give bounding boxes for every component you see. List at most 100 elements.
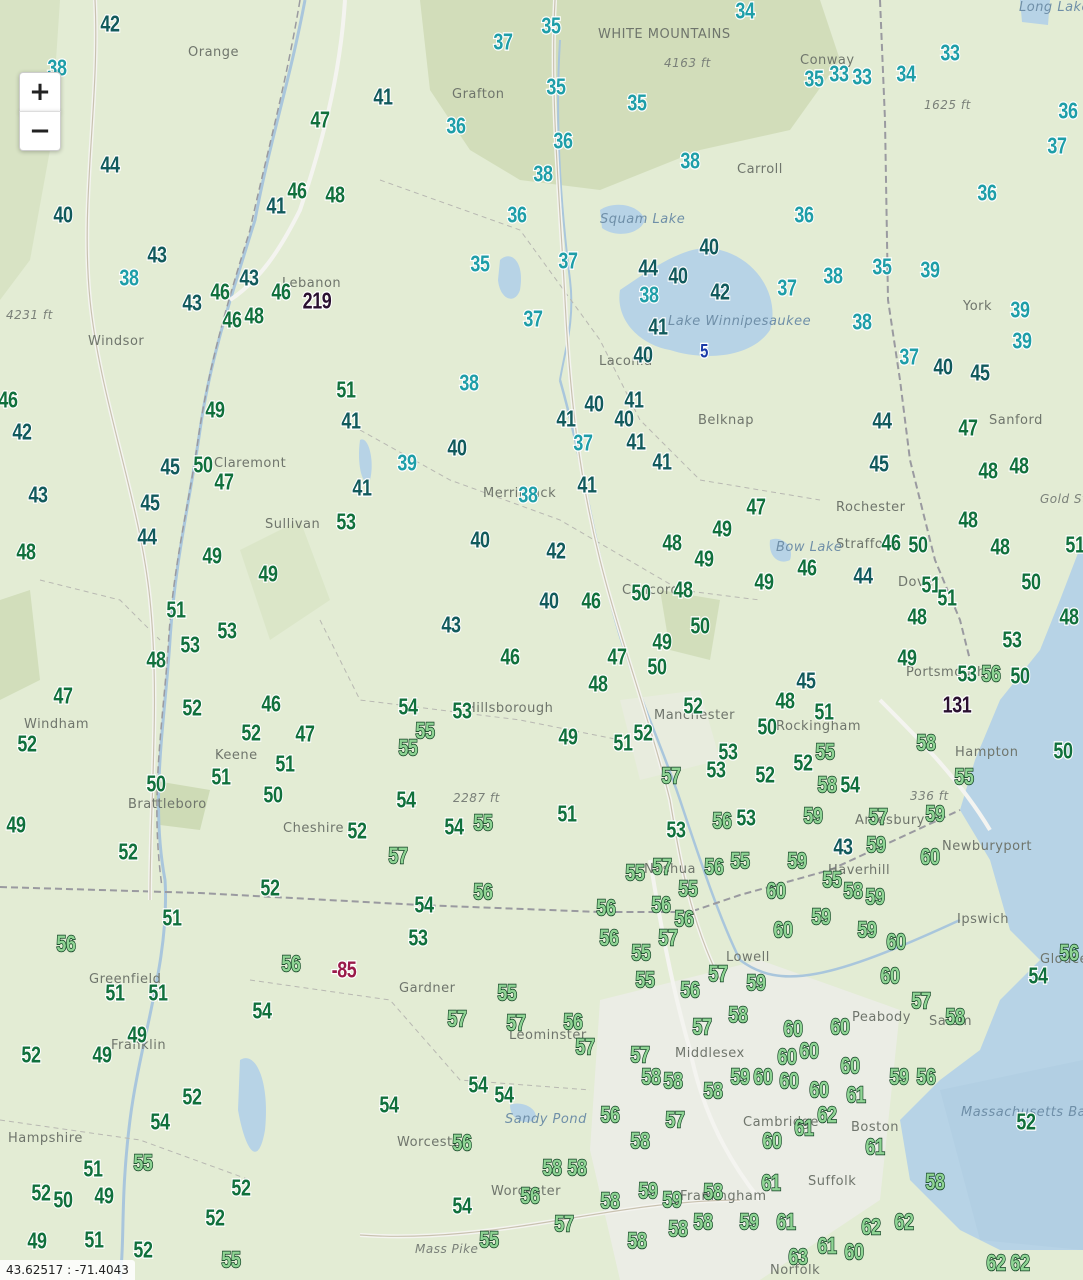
temperature-reading[interactable]: 52 <box>1015 1109 1036 1135</box>
temperature-reading[interactable]: 60 <box>920 844 941 869</box>
temperature-reading[interactable]: 37 <box>557 248 578 274</box>
temperature-reading[interactable]: 58 <box>945 1004 966 1029</box>
temperature-reading[interactable]: 54 <box>443 814 464 840</box>
temperature-reading[interactable]: 36 <box>552 128 573 154</box>
temperature-reading[interactable]: 56 <box>596 895 617 920</box>
temperature-reading[interactable]: 61 <box>776 1209 797 1234</box>
temperature-reading[interactable]: 53 <box>1001 627 1022 653</box>
temperature-reading[interactable]: 50 <box>192 452 213 478</box>
temperature-reading[interactable]: 33 <box>939 40 960 66</box>
temperature-reading[interactable]: 35 <box>545 74 566 100</box>
temperature-reading[interactable]: 40 <box>667 263 688 289</box>
temperature-reading[interactable]: 49 <box>896 645 917 671</box>
temperature-reading[interactable]: 46 <box>286 178 307 204</box>
temperature-reading[interactable]: 48 <box>661 530 682 556</box>
temperature-reading[interactable]: 58 <box>663 1068 684 1093</box>
temperature-reading[interactable]: 53 <box>451 698 472 724</box>
temperature-reading[interactable]: 55 <box>479 1227 500 1252</box>
temperature-reading[interactable]: 62 <box>861 1214 882 1239</box>
temperature-reading[interactable]: 48 <box>324 182 345 208</box>
temperature-reading[interactable]: 49 <box>5 812 26 838</box>
temperature-reading[interactable]: 58 <box>630 1128 651 1153</box>
temperature-reading[interactable]: 60 <box>779 1068 800 1093</box>
temperature-reading[interactable]: 60 <box>766 878 787 903</box>
temperature-reading[interactable]: 55 <box>133 1150 154 1175</box>
temperature-reading[interactable]: 43 <box>27 482 48 508</box>
temperature-reading[interactable]: 48 <box>977 458 998 484</box>
temperature-reading[interactable]: 48 <box>672 577 693 603</box>
temperature-reading[interactable]: 56 <box>452 1130 473 1155</box>
temperature-reading[interactable]: 50 <box>689 613 710 639</box>
temperature-reading[interactable]: 55 <box>398 735 419 760</box>
temperature-reading[interactable]: 48 <box>906 604 927 630</box>
temperature-reading[interactable]: 34 <box>734 0 755 23</box>
temperature-reading[interactable]: 49 <box>204 397 225 423</box>
temperature-reading[interactable]: 54 <box>493 1082 514 1108</box>
temperature-reading[interactable]: 56 <box>563 1009 584 1034</box>
temperature-reading[interactable]: 48 <box>1058 604 1079 630</box>
temperature-reading[interactable]: 48 <box>15 539 36 565</box>
temperature-reading[interactable]: 55 <box>635 967 656 992</box>
temperature-reading[interactable]: 44 <box>852 563 873 589</box>
temperature-reading[interactable]: 44 <box>136 524 157 550</box>
temperature-reading[interactable]: 40 <box>52 202 73 228</box>
temperature-reading[interactable]: 44 <box>99 152 120 178</box>
temperature-reading[interactable]: 47 <box>606 644 627 670</box>
temperature-reading[interactable]: 50 <box>1009 663 1030 689</box>
temperature-reading[interactable]: 57 <box>658 925 679 950</box>
temperature-reading[interactable]: 52 <box>132 1237 153 1263</box>
temperature-reading[interactable]: 57 <box>388 843 409 868</box>
temperature-reading[interactable]: 54 <box>378 1092 399 1118</box>
temperature-reading[interactable]: 36 <box>445 113 466 139</box>
temperature-reading[interactable]: 39 <box>1009 297 1030 323</box>
temperature-reading[interactable]: 58 <box>925 1169 946 1194</box>
temperature-reading[interactable]: 47 <box>309 107 330 133</box>
temperature-reading[interactable]: 60 <box>809 1077 830 1102</box>
temperature-reading[interactable]: 5 <box>699 340 709 364</box>
temperature-reading[interactable]: 49 <box>753 569 774 595</box>
temperature-reading[interactable]: 41 <box>651 449 672 475</box>
temperature-reading[interactable]: 55 <box>954 764 975 789</box>
temperature-reading[interactable]: 57 <box>506 1010 527 1035</box>
temperature-reading[interactable]: 38 <box>517 482 538 508</box>
temperature-reading[interactable]: 61 <box>761 1170 782 1195</box>
temperature-reading[interactable]: 46 <box>880 530 901 556</box>
temperature-reading[interactable]: 49 <box>257 561 278 587</box>
temperature-reading[interactable]: 59 <box>865 884 886 909</box>
temperature-reading[interactable]: 59 <box>925 801 946 826</box>
temperature-reading[interactable]: 46 <box>499 644 520 670</box>
temperature-reading[interactable]: 43 <box>440 612 461 638</box>
temperature-reading[interactable]: 57 <box>652 854 673 879</box>
temperature-reading[interactable]: 41 <box>372 84 393 110</box>
temperature-reading[interactable]: 52 <box>16 731 37 757</box>
temperature-reading[interactable]: 59 <box>811 904 832 929</box>
temperature-reading[interactable]: 52 <box>20 1042 41 1068</box>
temperature-reading[interactable]: 40 <box>632 342 653 368</box>
temperature-reading[interactable]: 53 <box>179 632 200 658</box>
temperature-reading[interactable]: 52 <box>682 693 703 719</box>
temperature-reading[interactable]: 52 <box>230 1175 251 1201</box>
temperature-reading[interactable]: 48 <box>145 647 166 673</box>
temperature-reading[interactable]: 38 <box>822 263 843 289</box>
temperature-reading[interactable]: 35 <box>540 13 561 39</box>
temperature-reading[interactable]: 49 <box>693 546 714 572</box>
temperature-reading[interactable]: 57 <box>911 988 932 1013</box>
temperature-reading[interactable]: 60 <box>762 1128 783 1153</box>
temperature-reading[interactable]: 49 <box>651 629 672 655</box>
temperature-reading[interactable]: 50 <box>630 580 651 606</box>
temperature-reading[interactable]: 56 <box>712 808 733 833</box>
temperature-reading[interactable]: 57 <box>868 804 889 829</box>
weather-map[interactable]: WHITE MOUNTAINS 4163 ft 1625 ft 4231 ft 2287… <box>0 0 1083 1280</box>
temperature-reading[interactable]: 57 <box>447 1006 468 1031</box>
temperature-reading[interactable]: 55 <box>822 867 843 892</box>
temperature-reading[interactable]: 45 <box>868 451 889 477</box>
temperature-reading[interactable]: 52 <box>204 1205 225 1231</box>
temperature-reading[interactable]: 59 <box>787 848 808 873</box>
temperature-reading[interactable]: 47 <box>52 683 73 709</box>
temperature-reading[interactable]: 51 <box>82 1156 103 1182</box>
temperature-reading[interactable]: 53 <box>735 805 756 831</box>
temperature-reading[interactable]: 53 <box>665 817 686 843</box>
temperature-reading[interactable]: 55 <box>625 860 646 885</box>
temperature-reading[interactable]: 60 <box>844 1239 865 1264</box>
temperature-reading[interactable]: 46 <box>270 279 291 305</box>
